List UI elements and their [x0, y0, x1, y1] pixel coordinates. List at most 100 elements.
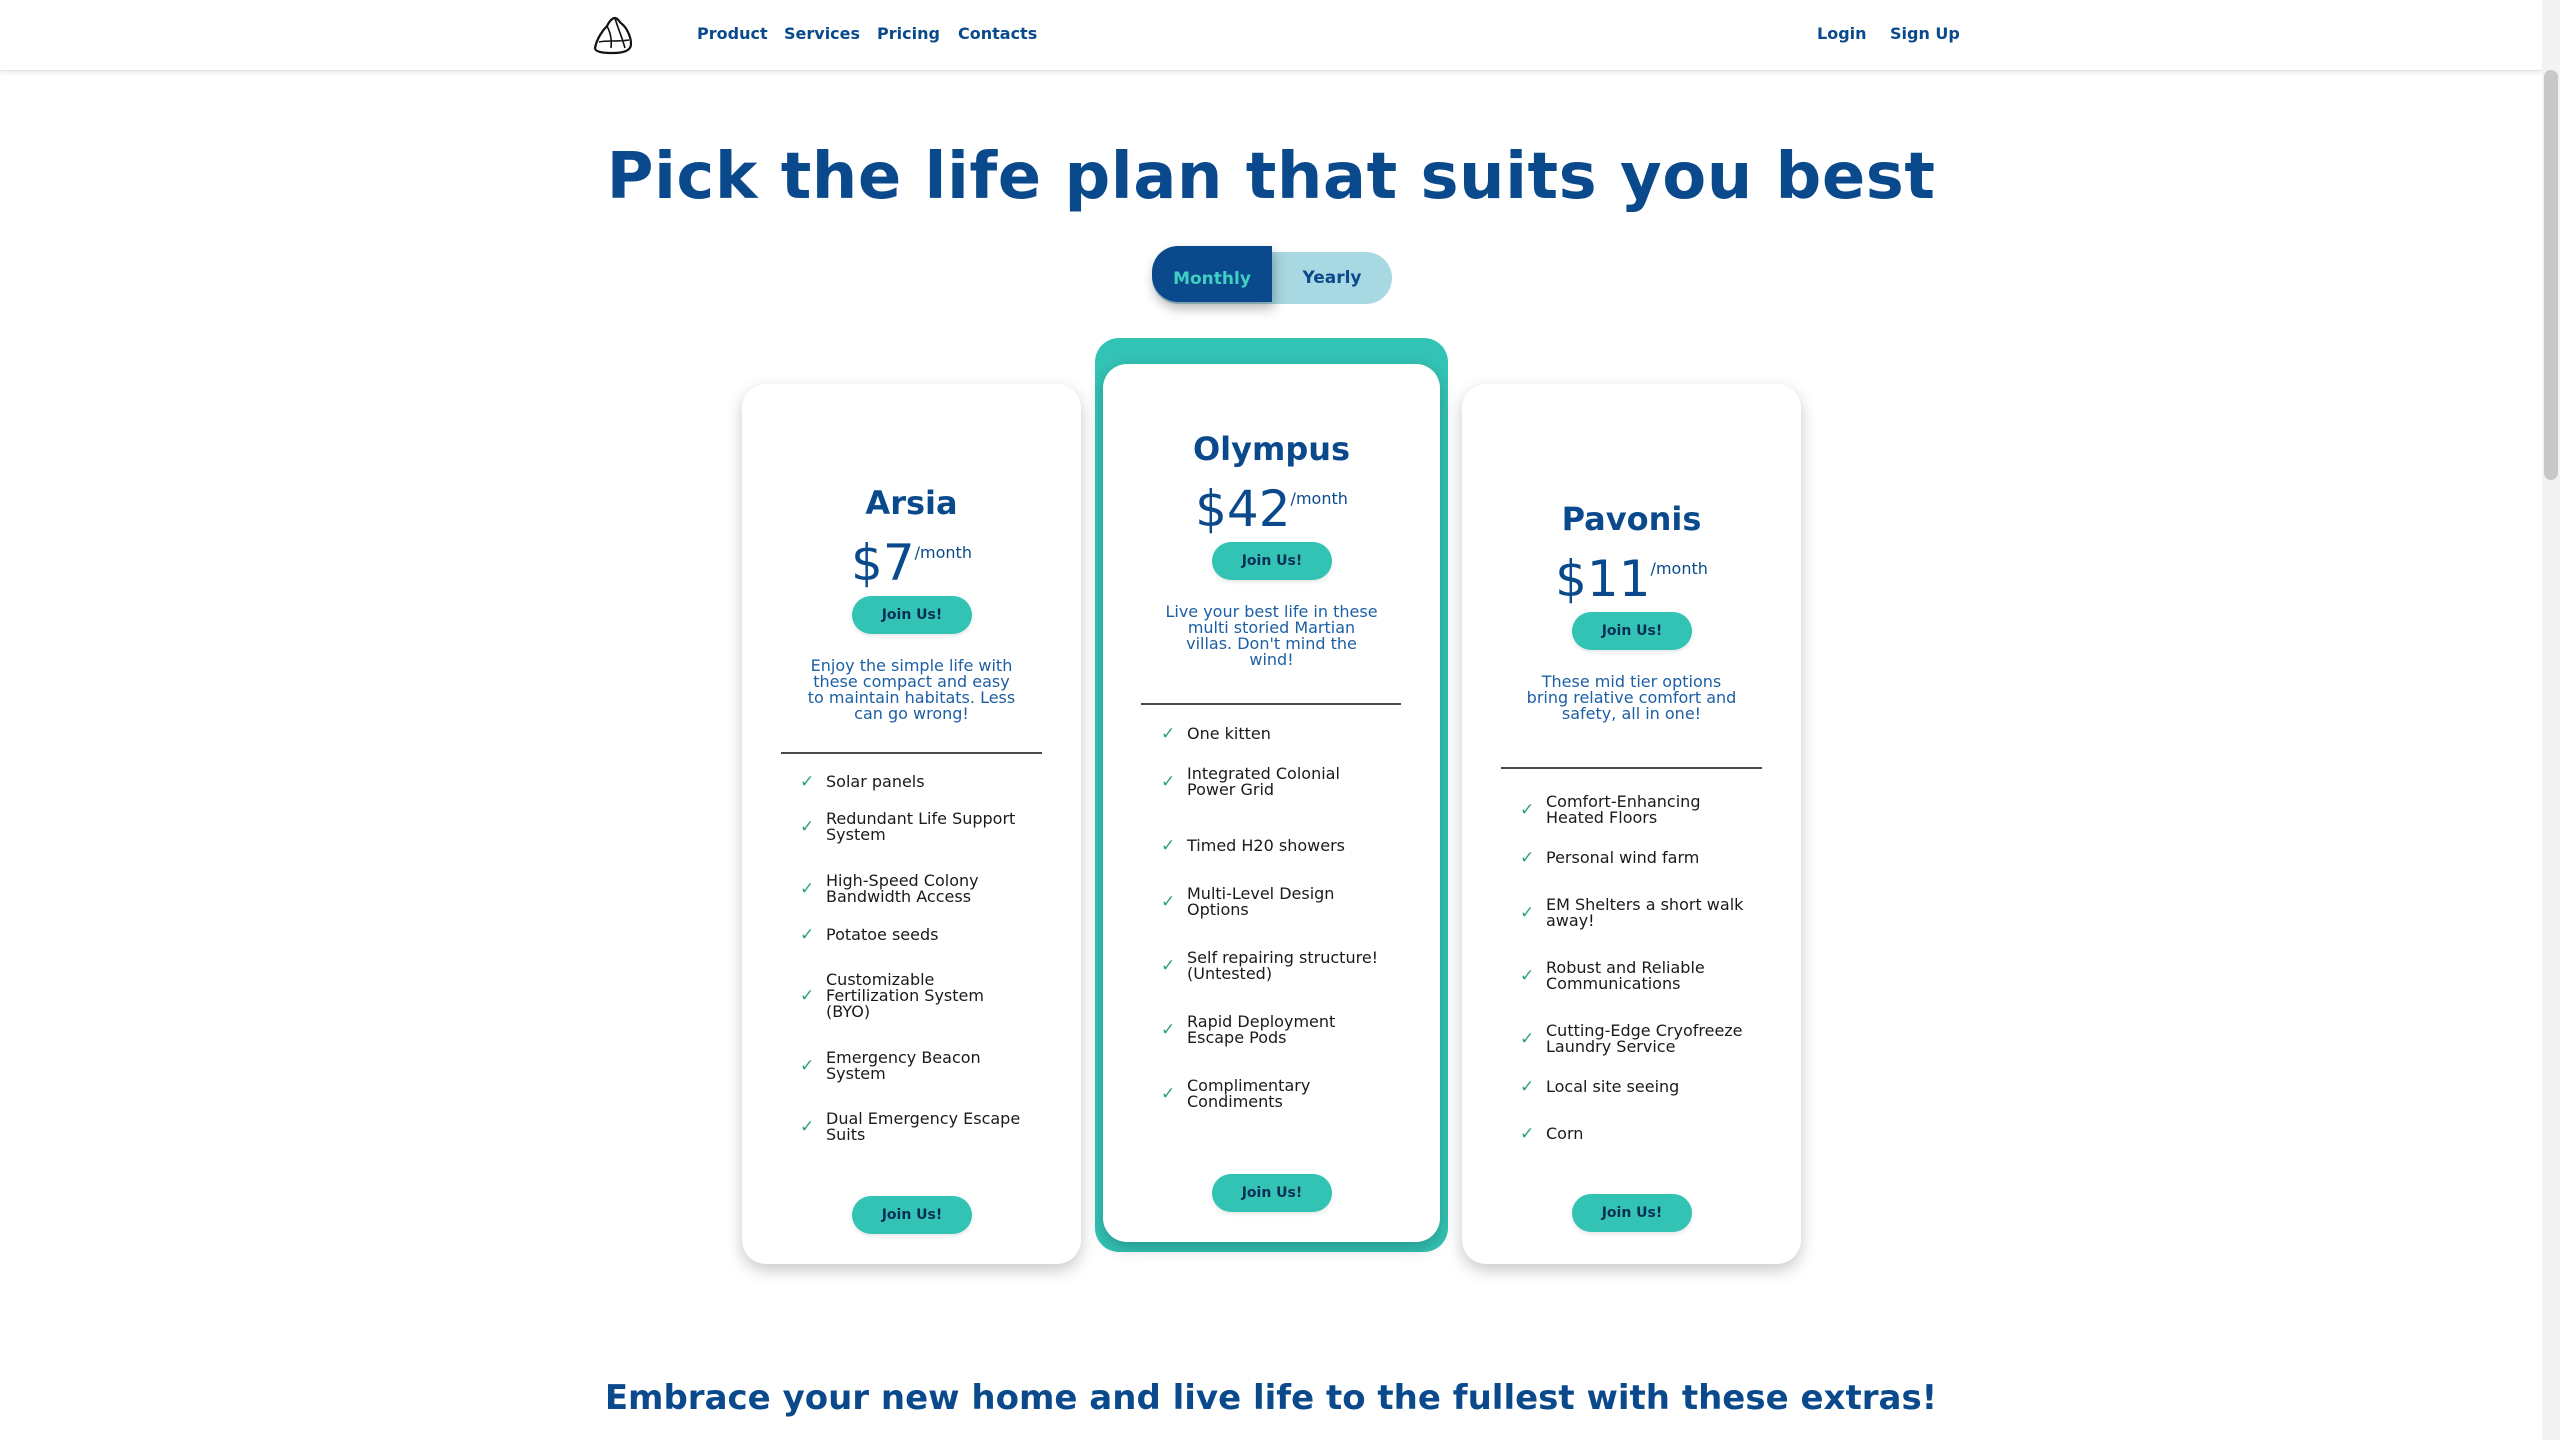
feature-text: Complimentary Condiments [1187, 1076, 1311, 1111]
plan-card-olympus: Olympus $42/month Join Us! Live your bes… [1103, 364, 1440, 1242]
nav-contacts-link[interactable]: Contacts [958, 24, 1037, 43]
description-line: wind! [1249, 650, 1294, 669]
feature-item: ✓ Cutting-Edge Cryofreeze Laundry Service [1520, 1023, 1760, 1055]
feature-text: Emergency Beacon System [826, 1048, 981, 1083]
plan-price: $7/month [742, 534, 1081, 592]
price-period: /month [1650, 559, 1708, 578]
join-button[interactable]: Join Us! [1572, 612, 1692, 650]
check-icon: ✓ [1520, 1077, 1535, 1097]
feature-item: ✓ Timed H20 showers [1161, 836, 1401, 856]
feature-list: ✓ One kitten ✓ Integrated Colonial Power Gr… [1161, 726, 1401, 1146]
plan-price: $11/month [1462, 550, 1801, 608]
featured-plan-frame: Olympus $42/month Join Us! Live your bes… [1095, 338, 1448, 1252]
feature-text: Customizable Fertilization System (BYO) [826, 970, 984, 1021]
check-icon: ✓ [800, 1056, 815, 1076]
plan-name: Olympus [1192, 430, 1351, 468]
nav-product-link[interactable]: Product [697, 24, 768, 43]
check-icon: ✓ [800, 986, 815, 1006]
check-icon: ✓ [1520, 966, 1535, 986]
feature-text: Solar panels [826, 772, 925, 791]
feature-text: High-Speed Colony Bandwidth Access [826, 871, 979, 906]
check-icon: ✓ [1161, 772, 1176, 792]
check-icon: ✓ [1520, 903, 1535, 923]
signup-link[interactable]: Sign Up [1890, 24, 1960, 43]
plan-card-arsia: Arsia $7/month Join Us! Enjoy the simple… [742, 384, 1081, 1264]
join-button-bottom[interactable]: Join Us! [852, 1196, 972, 1234]
plan-name: Arsia [865, 484, 958, 522]
mountain-logo-icon[interactable] [591, 12, 635, 56]
nav-pricing-link[interactable]: Pricing [877, 24, 940, 43]
check-icon: ✓ [1161, 1020, 1176, 1040]
feature-item: ✓ Emergency Beacon System [800, 1050, 1040, 1082]
feature-item: ✓ Corn [1520, 1124, 1760, 1144]
feature-item: ✓ Redundant Life Support System [800, 811, 1040, 843]
join-button[interactable]: Join Us! [852, 596, 972, 634]
feature-text: Local site seeing [1546, 1077, 1680, 1096]
feature-item: ✓ Customizable Fertilization System (BYO) [800, 972, 1040, 1020]
feature-text: Self repairing structure! (Untested) [1187, 948, 1379, 983]
feature-text: One kitten [1187, 724, 1271, 743]
check-icon: ✓ [1161, 724, 1176, 744]
feature-item: ✓ One kitten [1161, 724, 1401, 744]
nav-services-link[interactable]: Services [784, 24, 860, 43]
top-navbar: Product Services Pricing Contacts Login … [0, 0, 2542, 71]
price-amount: $7 [851, 534, 915, 592]
join-button[interactable]: Join Us! [1212, 542, 1332, 580]
feature-item: ✓ Integrated Colonial Power Grid [1161, 766, 1401, 798]
check-icon: ✓ [1161, 892, 1176, 912]
feature-item: ✓ Self repairing structure! (Untested) [1161, 950, 1401, 982]
feature-item: ✓ EM Shelters a short walk away! [1520, 897, 1760, 929]
description-line: can go wrong! [854, 704, 969, 723]
feature-item: ✓ Solar panels [800, 772, 1040, 792]
check-icon: ✓ [1161, 956, 1176, 976]
feature-text: Potatoe seeds [826, 925, 939, 944]
join-button-bottom[interactable]: Join Us! [1572, 1194, 1692, 1232]
toggle-yearly-option[interactable]: Yearly [1272, 252, 1392, 304]
feature-item: ✓ Potatoe seeds [800, 925, 1040, 945]
feature-item: ✓ High-Speed Colony Bandwidth Access [800, 873, 1040, 905]
check-icon: ✓ [1161, 1084, 1176, 1104]
price-period: /month [1290, 489, 1348, 508]
feature-item: ✓ Complimentary Condiments [1161, 1078, 1401, 1110]
feature-text: Robust and Reliable Communications [1546, 958, 1705, 993]
price-amount: $11 [1555, 550, 1651, 608]
feature-item: ✓ Comfort-Enhancing Heated Floors [1520, 794, 1760, 826]
feature-item: ✓ Dual Emergency Escape Suits [800, 1111, 1040, 1143]
plan-description: Enjoy the simple life with these compact… [802, 658, 1021, 722]
plan-card-pavonis: Pavonis $11/month Join Us! These mid tie… [1462, 384, 1801, 1264]
feature-text: Multi-Level Design Options [1187, 884, 1335, 919]
check-icon: ✓ [800, 879, 815, 899]
feature-text: EM Shelters a short walk away! [1546, 895, 1744, 930]
card-divider [1141, 703, 1401, 705]
check-icon: ✓ [1161, 836, 1176, 856]
plan-price: $42/month [1103, 480, 1440, 538]
check-icon: ✓ [1520, 1124, 1535, 1144]
scrollbar-thumb[interactable] [2544, 70, 2558, 480]
feature-item: ✓ Multi-Level Design Options [1161, 886, 1401, 918]
check-icon: ✓ [1520, 848, 1535, 868]
feature-text: Integrated Colonial Power Grid [1187, 764, 1340, 799]
join-button-bottom[interactable]: Join Us! [1212, 1174, 1332, 1212]
feature-item: ✓ Personal wind farm [1520, 848, 1760, 868]
billing-period-toggle[interactable]: Yearly Monthly [1152, 246, 1392, 304]
login-link[interactable]: Login [1817, 24, 1867, 43]
plan-name: Pavonis [1561, 500, 1702, 538]
check-icon: ✓ [800, 772, 815, 792]
toggle-monthly-option[interactable]: Monthly [1152, 246, 1272, 302]
description-line: safety, all in one! [1561, 704, 1702, 723]
feature-text: Dual Emergency Escape Suits [826, 1109, 1021, 1144]
page-title: Pick the life plan that suits you best [606, 140, 1936, 214]
feature-text: Timed H20 showers [1187, 836, 1345, 855]
feature-text: Personal wind farm [1546, 848, 1700, 867]
plan-description: Live your best life in these multi stori… [1161, 604, 1382, 668]
extras-section-title: Embrace your new home and live life to t… [604, 1378, 1938, 1418]
check-icon: ✓ [800, 1117, 815, 1137]
feature-text: Redundant Life Support System [826, 809, 1016, 844]
price-period: /month [914, 543, 972, 562]
feature-list: ✓ Comfort-Enhancing Heated Floors ✓ Persona… [1520, 794, 1760, 1174]
check-icon: ✓ [1520, 800, 1535, 820]
feature-text: Corn [1546, 1124, 1584, 1143]
feature-text: Rapid Deployment Escape Pods [1187, 1012, 1336, 1047]
vertical-scrollbar[interactable] [2542, 0, 2560, 1440]
check-icon: ✓ [800, 925, 815, 945]
